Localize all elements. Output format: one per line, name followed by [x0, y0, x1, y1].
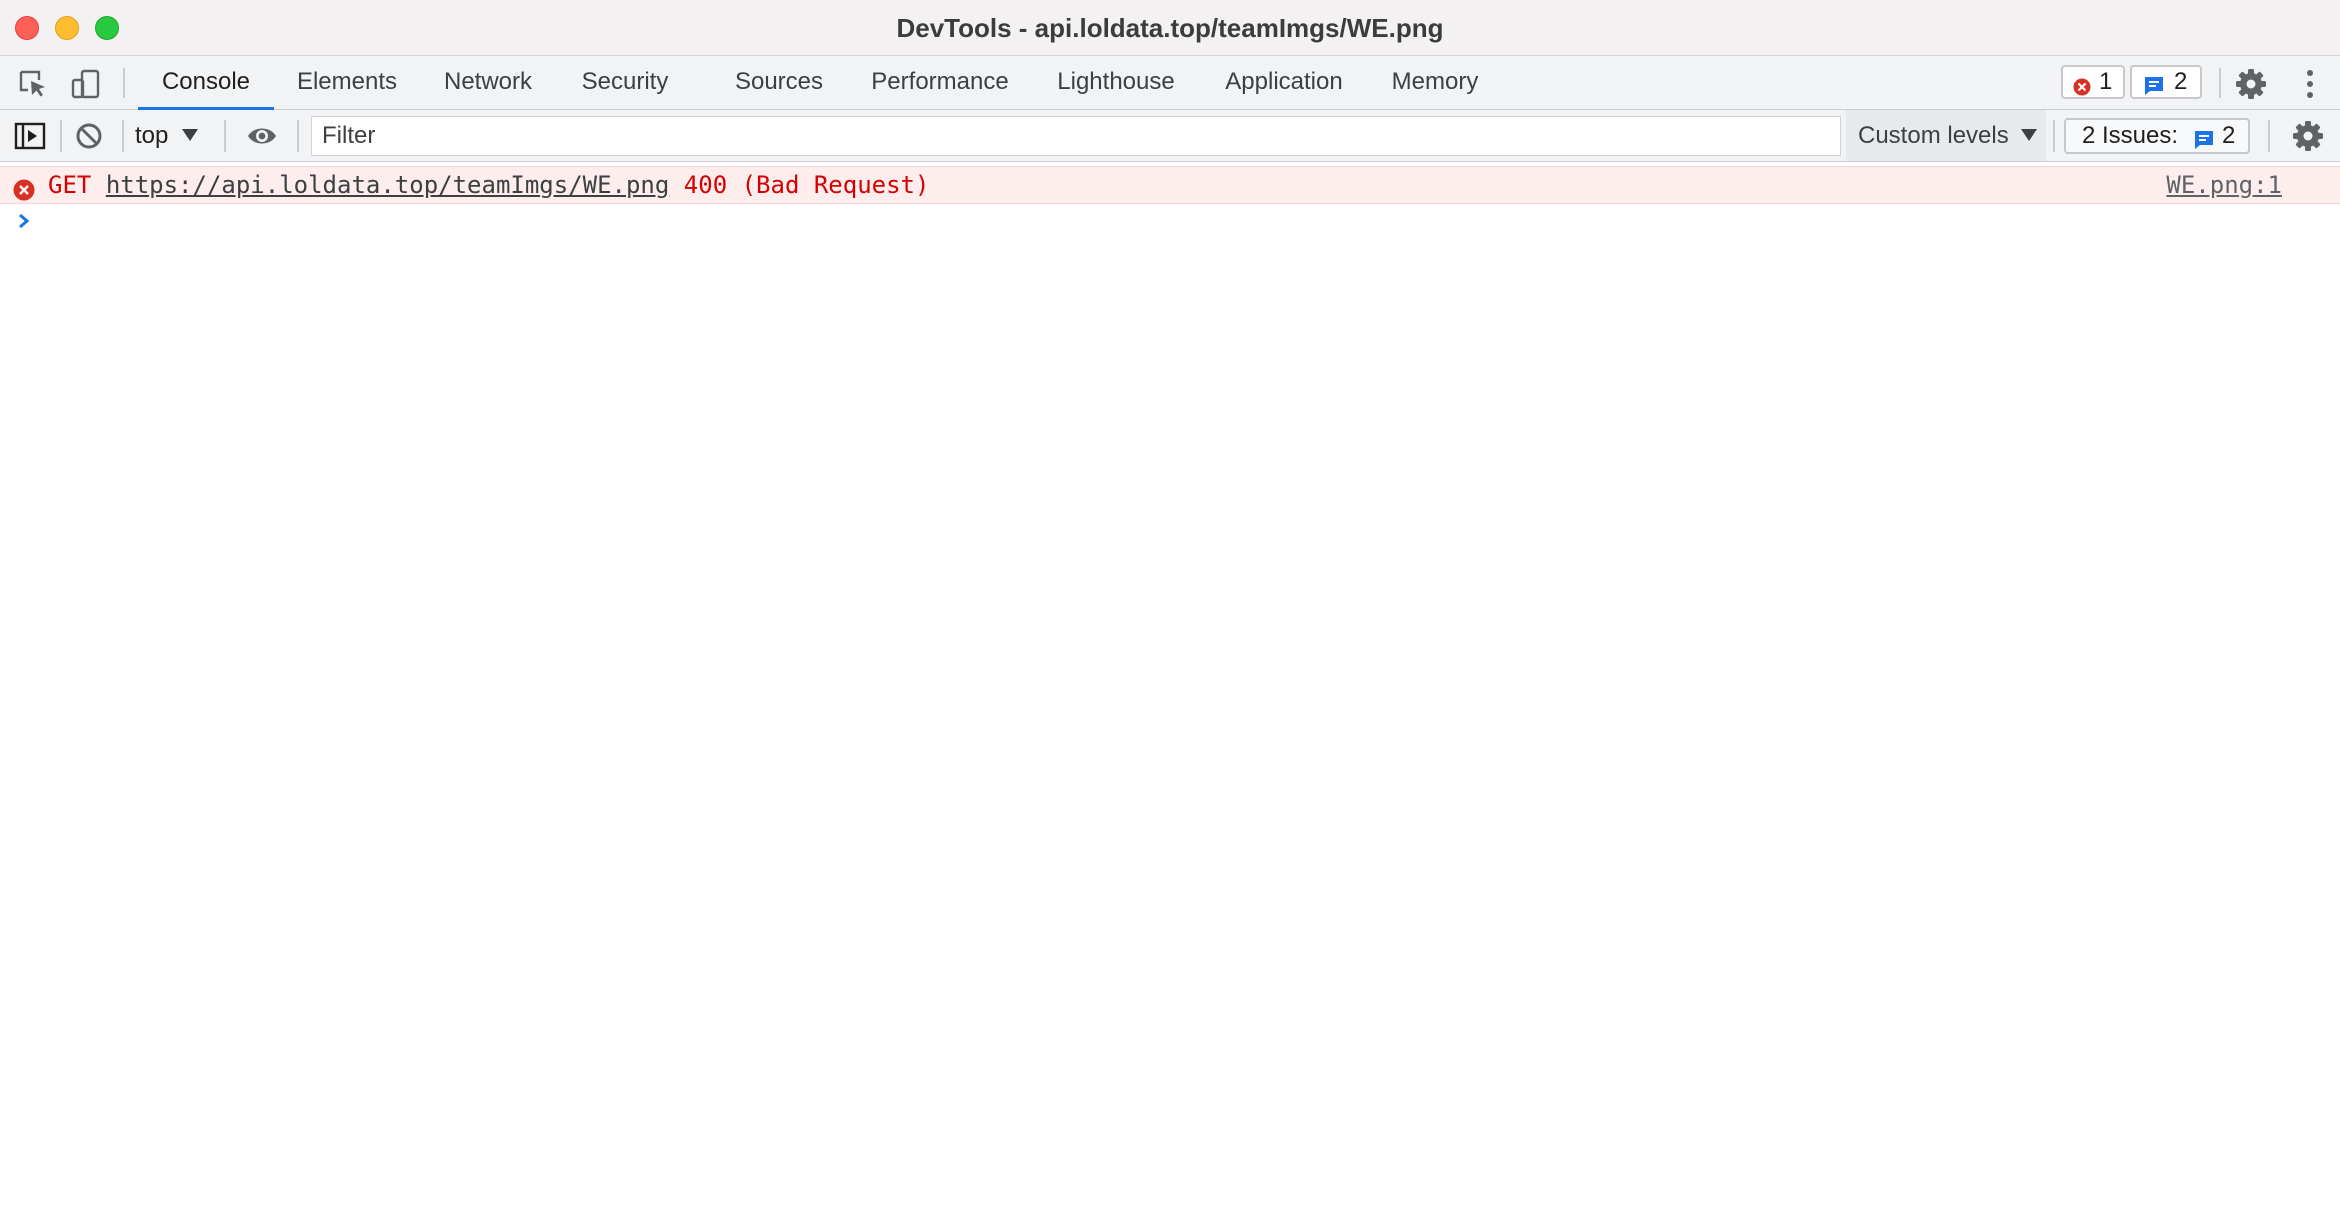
console-settings-icon[interactable] [2292, 120, 2324, 152]
toolbar-divider [60, 120, 62, 152]
devtools-tabbar: Console Elements Network Security Source… [0, 56, 2340, 110]
tab-elements[interactable]: Elements [282, 56, 412, 110]
tab-security[interactable]: Security [565, 56, 685, 110]
console-filter-input[interactable] [311, 116, 1841, 156]
toolbar-divider [2053, 120, 2055, 152]
tab-lighthouse[interactable]: Lighthouse [1048, 56, 1184, 110]
error-count-badge[interactable]: 1 [2061, 65, 2125, 99]
console-error-message: GET https://api.loldata.top/teamImgs/WE.… [0, 166, 2340, 204]
error-status: 400 (Bad Request) [683, 171, 930, 199]
chevron-down-icon [2020, 128, 2037, 141]
tab-console[interactable]: Console [138, 56, 274, 110]
toolbar-divider [297, 120, 299, 152]
error-url-link[interactable]: https://api.loldata.top/teamImgs/WE.png [106, 171, 670, 199]
toolbar-divider [2268, 120, 2270, 152]
message-count: 2 [2174, 68, 2188, 95]
tab-performance[interactable]: Performance [864, 56, 1016, 110]
window-titlebar: DevTools - api.loldata.top/teamImgs/WE.p… [0, 0, 2340, 56]
inspect-element-icon[interactable] [17, 68, 49, 100]
error-method: GET [48, 171, 92, 199]
tab-network[interactable]: Network [428, 56, 548, 110]
issues-button[interactable]: 2 Issues: 2 [2064, 118, 2250, 154]
more-menu-icon[interactable] [2294, 68, 2326, 100]
log-levels-label: Custom levels [1858, 122, 2009, 149]
chevron-down-icon [182, 128, 199, 141]
tab-sources[interactable]: Sources [722, 56, 836, 110]
issues-label: 2 Issues: [2082, 122, 2179, 149]
error-count: 1 [2099, 68, 2113, 95]
context-selector-label: top [135, 122, 169, 149]
settings-icon[interactable] [2235, 68, 2267, 100]
console-output: GET https://api.loldata.top/teamImgs/WE.… [0, 163, 2340, 1214]
context-selector[interactable]: top [135, 110, 199, 162]
message-icon [2194, 127, 2214, 149]
error-source-link[interactable]: WE.png:1 [2166, 167, 2282, 203]
tab-application[interactable]: Application [1214, 56, 1354, 110]
live-expression-eye-icon[interactable] [246, 120, 278, 152]
tabbar-divider [2219, 68, 2221, 98]
tabbar-divider [123, 68, 125, 98]
device-toolbar-icon[interactable] [70, 68, 102, 100]
toolbar-divider [224, 120, 226, 152]
clear-console-icon[interactable] [73, 120, 105, 152]
error-message-text: GET https://api.loldata.top/teamImgs/WE.… [48, 167, 929, 203]
toolbar-divider [122, 120, 124, 152]
log-levels-dropdown[interactable]: Custom levels [1846, 110, 2046, 161]
error-icon [13, 175, 35, 201]
console-toolbar: top Custom levels 2 Issues: 2 [0, 110, 2340, 162]
window-title: DevTools - api.loldata.top/teamImgs/WE.p… [896, 13, 1444, 43]
issues-count: 2 [2222, 122, 2236, 149]
error-icon [2073, 74, 2091, 96]
console-prompt-chevron-icon[interactable] [15, 209, 35, 233]
message-count-badge[interactable]: 2 [2130, 65, 2202, 99]
message-icon [2144, 74, 2163, 95]
tab-memory[interactable]: Memory [1384, 56, 1486, 110]
show-sidebar-icon[interactable] [14, 120, 46, 152]
